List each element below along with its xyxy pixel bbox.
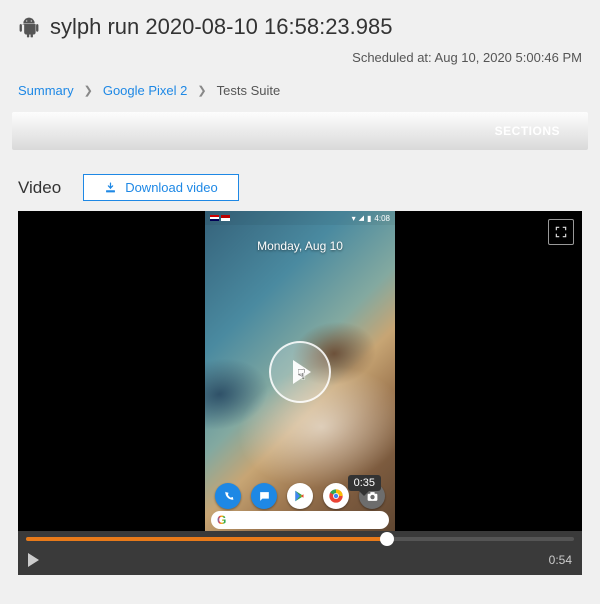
breadcrumb-summary[interactable]: Summary (18, 83, 74, 98)
phone-screen: ▾ ◢ ▮ 4:08 Monday, Aug 10 ☟ (205, 211, 395, 531)
seek-tooltip: 0:35 (348, 475, 381, 491)
seek-bar[interactable] (18, 531, 582, 545)
flag-icon (210, 215, 219, 221)
messages-app-icon (251, 483, 277, 509)
android-icon (18, 16, 40, 38)
phone-status-time: 4:08 (374, 214, 390, 223)
phone-status-bar: ▾ ◢ ▮ 4:08 (205, 211, 395, 225)
seek-thumb[interactable] (380, 532, 394, 546)
play-button[interactable] (28, 553, 39, 567)
fullscreen-button[interactable] (548, 219, 574, 245)
seek-progress (26, 537, 387, 541)
fullscreen-icon (554, 225, 568, 239)
battery-icon: ▮ (367, 214, 371, 223)
chevron-right-icon: ❯ (197, 84, 206, 97)
phone-date-text: Monday, Aug 10 (205, 239, 395, 253)
download-video-button[interactable]: Download video (83, 174, 239, 201)
google-search-pill: G (211, 511, 389, 529)
phone-app-icon (215, 483, 241, 509)
video-controls: 0:54 (18, 531, 582, 575)
sections-bar[interactable]: SECTIONS (12, 112, 588, 150)
flag-icon (221, 215, 230, 221)
breadcrumb-current: Tests Suite (217, 83, 281, 98)
scheduled-at-label: Scheduled at: Aug 10, 2020 5:00:46 PM (0, 46, 600, 79)
breadcrumb: Summary ❯ Google Pixel 2 ❯ Tests Suite (0, 79, 600, 112)
google-g-icon: G (217, 513, 226, 527)
video-heading: Video (18, 178, 61, 198)
download-icon (104, 181, 117, 194)
sections-label: SECTIONS (495, 124, 560, 138)
download-video-label: Download video (125, 180, 218, 195)
cursor-icon: ☟ (297, 366, 306, 383)
wifi-icon: ▾ (352, 214, 356, 223)
video-duration: 0:54 (549, 553, 572, 567)
chevron-right-icon: ❯ (84, 84, 93, 97)
play-store-app-icon (287, 483, 313, 509)
breadcrumb-device[interactable]: Google Pixel 2 (103, 83, 188, 98)
page-title: sylph run 2020-08-10 16:58:23.985 (50, 14, 392, 40)
signal-icon: ◢ (359, 214, 364, 222)
chrome-app-icon (323, 483, 349, 509)
video-player[interactable]: ▾ ◢ ▮ 4:08 Monday, Aug 10 ☟ (18, 211, 582, 531)
